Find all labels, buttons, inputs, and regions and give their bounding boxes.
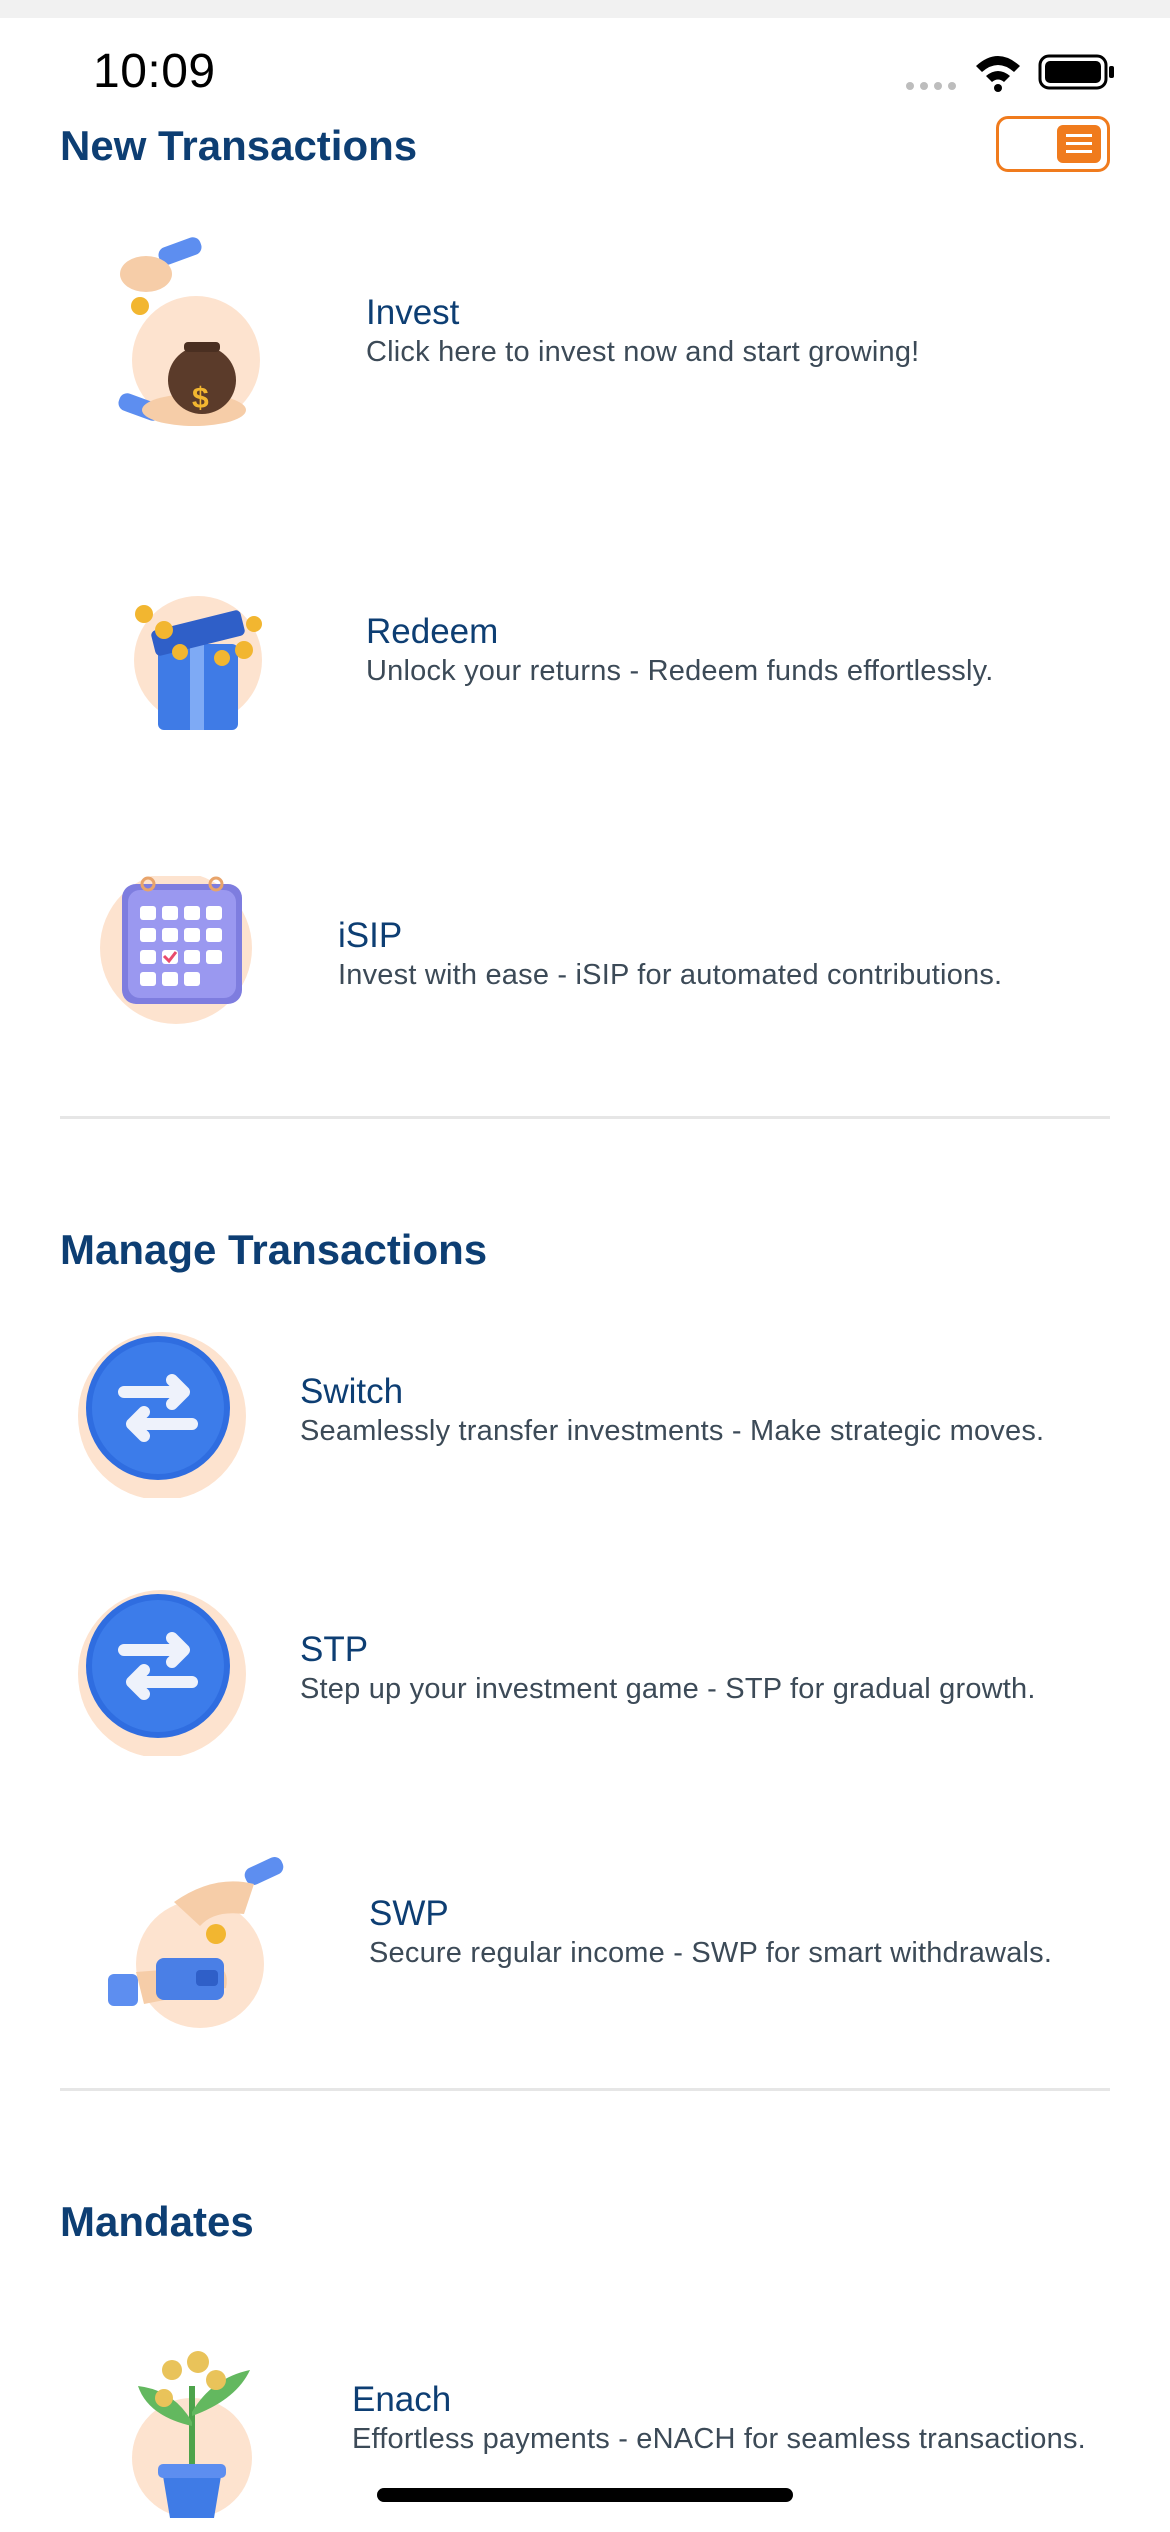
swap-arrows-icon [72,1328,252,1498]
battery-icon [1038,54,1114,90]
gift-box-icon [124,574,274,744]
section-title-new-transactions: New Transactions [60,122,418,169]
item-description: Secure regular income - SWP for smart wi… [369,1937,1053,1969]
section-divider [60,1116,1110,1119]
calendar-icon [96,876,256,1026]
item-title: Invest [366,293,460,332]
status-icons [904,52,1120,92]
list-item-redeem[interactable]: Redeem Unlock your returns - Redeem fund… [0,560,1170,760]
home-indicator[interactable] [377,2488,793,2502]
list-item-swp[interactable]: SWP Secure regular income - SWP for smar… [0,1846,1170,2046]
status-time: 10:09 [93,45,216,98]
section-title-manage-transactions: Manage Transactions [60,1226,488,1273]
item-description: Unlock your returns - Redeem funds effor… [366,655,994,687]
item-title: SWP [369,1894,449,1933]
top-strip [0,0,1170,18]
list-item-isip[interactable]: iSIP Invest with ease - iSIP for automat… [0,860,1170,1060]
wifi-icon [976,56,1020,92]
wallet-hand-icon [104,1854,294,2034]
item-description: Click here to invest now and start growi… [366,336,920,368]
list-item-switch[interactable]: Switch Seamlessly transfer investments -… [0,1320,1170,1520]
item-title: Enach [352,2380,452,2419]
item-title: Switch [300,1372,404,1411]
swap-arrows-icon [72,1586,252,1756]
item-description: Step up your investment game - STP for g… [300,1673,1036,1705]
section-divider [60,2088,1110,2091]
signal-icon [906,82,956,90]
section-title-mandates: Mandates [60,2198,254,2245]
menu-toggle-button[interactable] [996,116,1110,172]
money-bag-icon: $ [98,230,278,450]
item-description: Effortless payments - eNACH for seamless… [352,2423,1086,2455]
item-title: iSIP [338,916,403,955]
menu-icon [1057,125,1101,163]
item-title: STP [300,1630,369,1669]
item-title: Redeem [366,612,499,651]
svg-text:$: $ [192,382,209,415]
item-description: Invest with ease - iSIP for automated co… [338,959,1003,991]
money-plant-icon [118,2346,268,2522]
list-item-invest[interactable]: $ Invest Click here to invest now and st… [0,230,1170,430]
list-item-stp[interactable]: STP Step up your investment game - STP f… [0,1578,1170,1778]
item-description: Seamlessly transfer investments - Make s… [300,1415,1045,1447]
